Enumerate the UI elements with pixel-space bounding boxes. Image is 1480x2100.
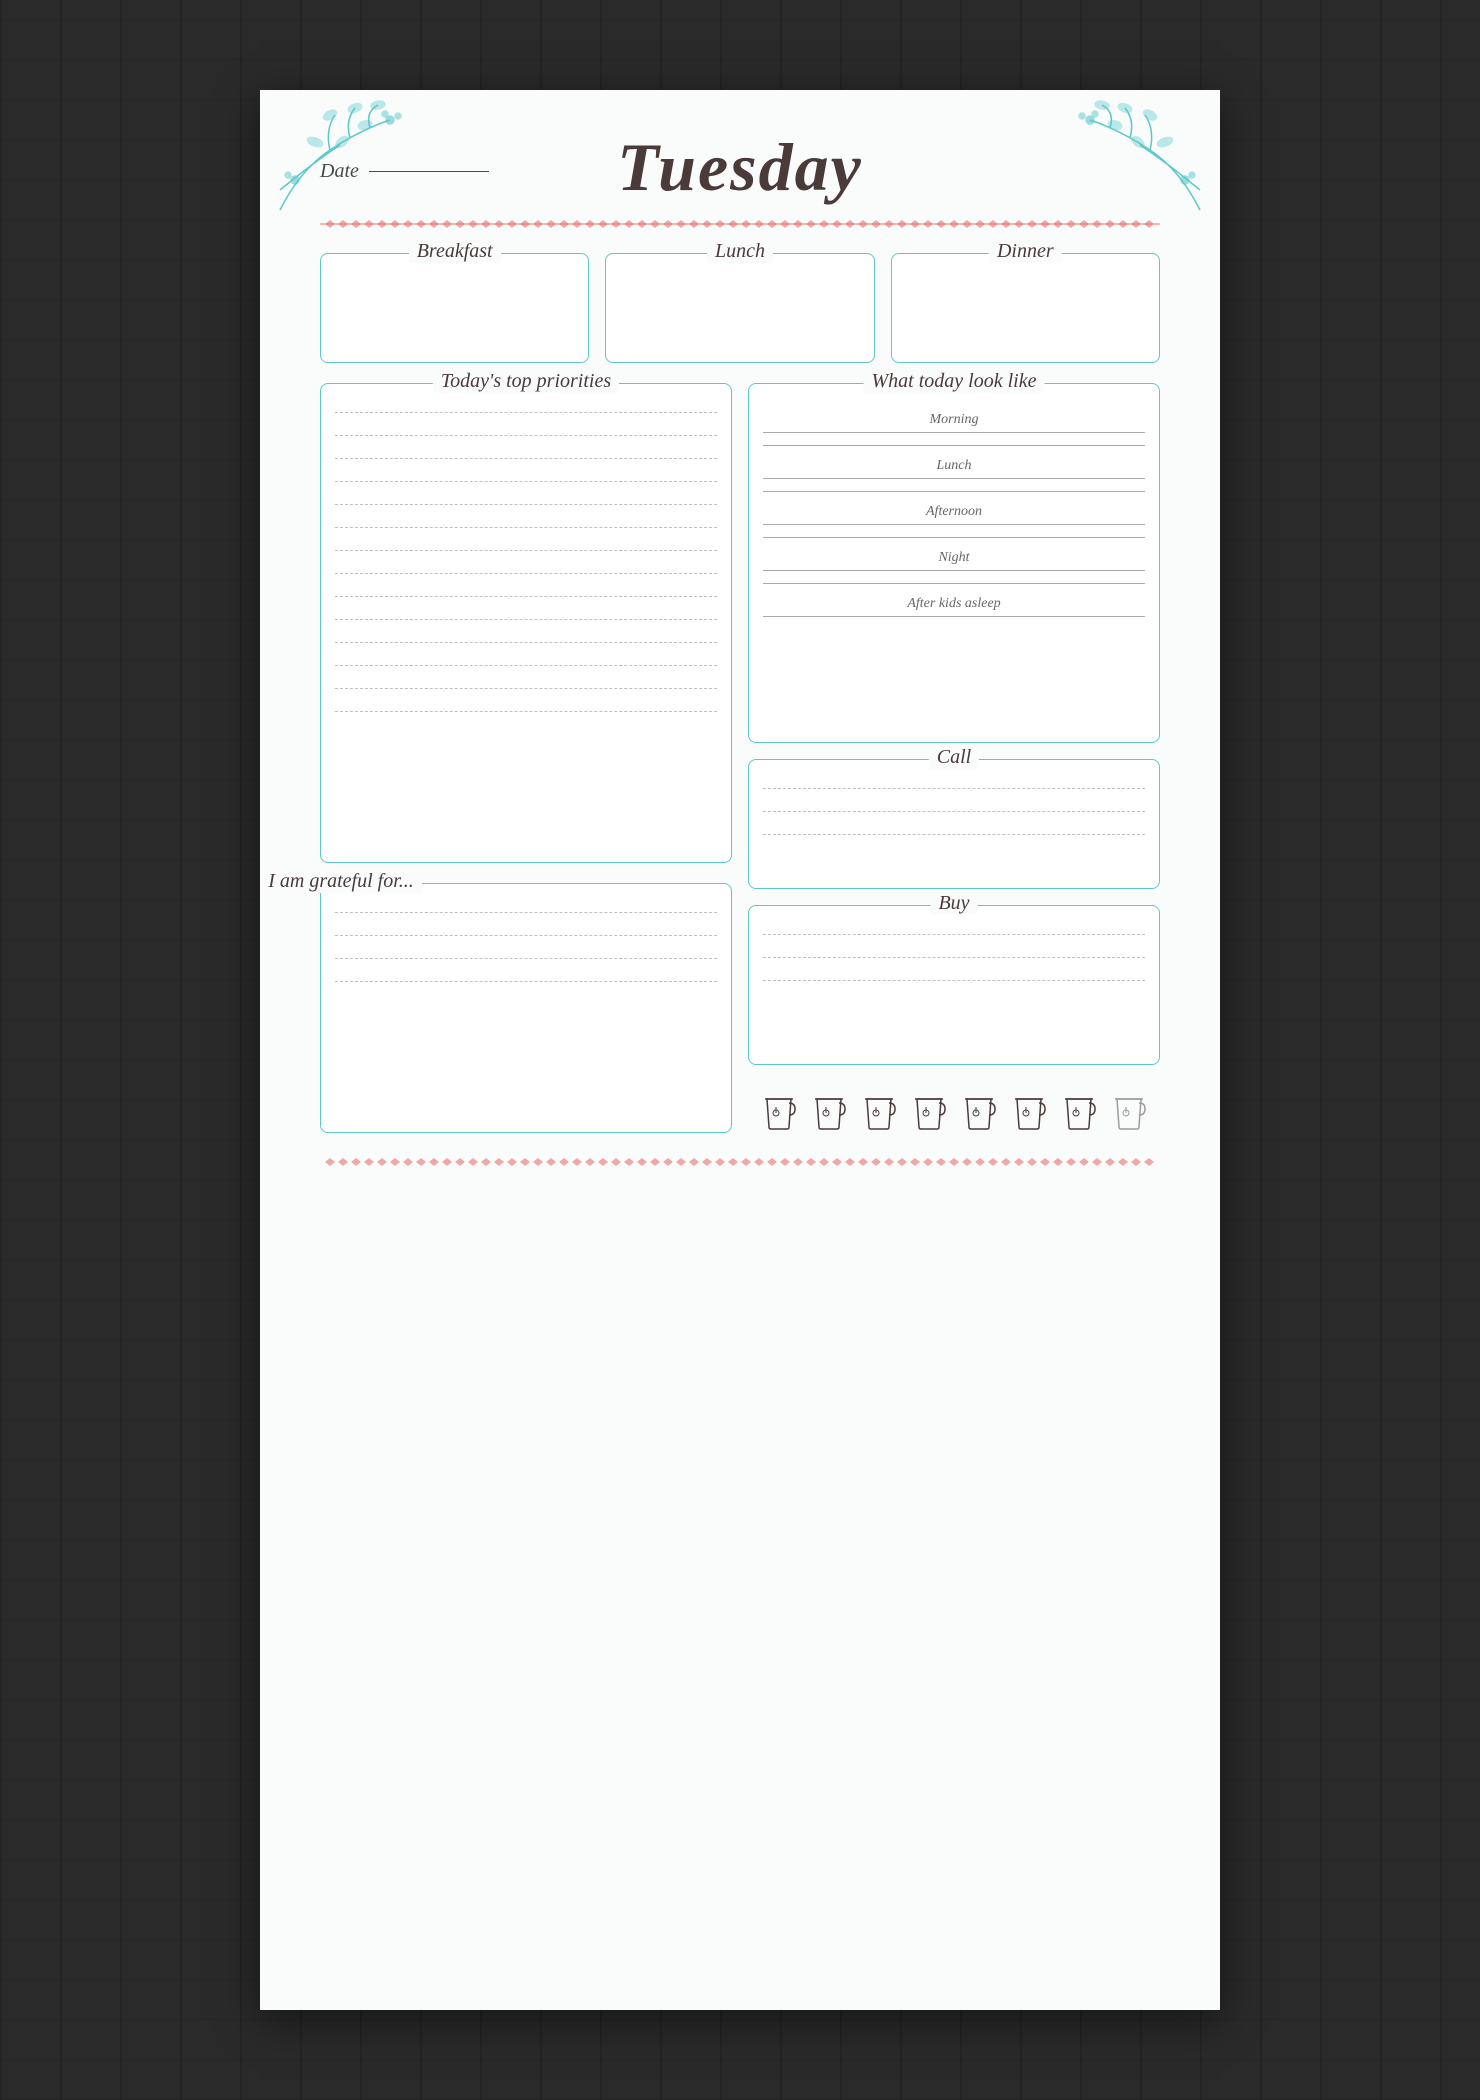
call-content — [763, 788, 1145, 835]
main-content: Today's top priorities — [320, 383, 1160, 1133]
lunch-label: Lunch — [707, 240, 773, 263]
priority-line-4 — [335, 481, 717, 482]
lunch-line-2 — [763, 491, 1145, 492]
today-label: What today look like — [864, 370, 1045, 393]
call-label: Call — [929, 746, 979, 769]
priority-line-12 — [335, 665, 717, 666]
grateful-line-3 — [335, 958, 717, 959]
priority-line-14 — [335, 711, 717, 712]
priority-line-3 — [335, 458, 717, 459]
priorities-label: Today's top priorities — [433, 370, 619, 393]
priority-line-2 — [335, 435, 717, 436]
call-section[interactable]: Call — [748, 759, 1160, 889]
night-line-1 — [763, 570, 1145, 571]
lunch-time-label: Lunch — [763, 458, 1145, 474]
buy-section[interactable]: Buy — [748, 905, 1160, 1065]
dinner-label: Dinner — [989, 240, 1062, 263]
priority-line-8 — [335, 573, 717, 574]
priority-line-11 — [335, 642, 717, 643]
morning-line-2 — [763, 445, 1145, 446]
buy-line-3 — [763, 980, 1145, 981]
grateful-line-2 — [335, 935, 717, 936]
left-column: Today's top priorities — [320, 383, 732, 1133]
priority-line-10 — [335, 619, 717, 620]
meals-section: Breakfast Lunch Dinner — [320, 253, 1160, 363]
after-kids-section: After kids asleep — [763, 596, 1145, 617]
night-label: Night — [763, 550, 1145, 566]
morning-line-1 — [763, 432, 1145, 433]
afternoon-section: Afternoon — [763, 504, 1145, 538]
water-cup-1[interactable] — [758, 1091, 800, 1133]
grateful-content — [335, 912, 717, 982]
morning-section: Morning — [763, 412, 1145, 446]
water-cup-6[interactable] — [1008, 1091, 1050, 1133]
buy-content — [763, 934, 1145, 981]
priority-line-13 — [335, 688, 717, 689]
today-content: Morning Lunch Afternoon — [763, 412, 1145, 617]
date-underline — [369, 171, 489, 172]
breakfast-box[interactable]: Breakfast — [320, 253, 589, 363]
morning-label: Morning — [763, 412, 1145, 428]
pink-border-bottom — [320, 1153, 1160, 1171]
right-column: What today look like Morning Lunch After… — [748, 383, 1160, 1133]
grateful-line-1 — [335, 912, 717, 913]
water-cup-7[interactable] — [1058, 1091, 1100, 1133]
priority-line-7 — [335, 550, 717, 551]
grateful-section[interactable]: I am grateful for... — [320, 883, 732, 1133]
call-line-1 — [763, 788, 1145, 789]
grateful-line-4 — [335, 981, 717, 982]
priorities-section[interactable]: Today's top priorities — [320, 383, 732, 863]
today-section[interactable]: What today look like Morning Lunch After… — [748, 383, 1160, 743]
priority-line-6 — [335, 527, 717, 528]
header: Date Tuesday — [320, 130, 1160, 205]
priority-line-9 — [335, 596, 717, 597]
water-tracker — [748, 1091, 1160, 1133]
date-label: Date — [320, 160, 359, 183]
buy-line-1 — [763, 934, 1145, 935]
after-kids-line-1 — [763, 616, 1145, 617]
night-line-2 — [763, 583, 1145, 584]
afternoon-label: Afternoon — [763, 504, 1145, 520]
dinner-box[interactable]: Dinner — [891, 253, 1160, 363]
pink-border-top — [320, 215, 1160, 233]
lunch-line-1 — [763, 478, 1145, 479]
planner-page: Date Tuesday — [260, 90, 1220, 2010]
afternoon-line-2 — [763, 537, 1145, 538]
buy-label: Buy — [930, 892, 977, 915]
water-cup-8[interactable] — [1108, 1091, 1150, 1133]
water-cup-4[interactable] — [908, 1091, 950, 1133]
date-area: Date — [320, 160, 489, 183]
afternoon-line-1 — [763, 524, 1145, 525]
priorities-content — [335, 412, 717, 712]
call-line-2 — [763, 811, 1145, 812]
breakfast-label: Breakfast — [409, 240, 501, 263]
after-kids-label: After kids asleep — [763, 596, 1145, 612]
priority-line-1 — [335, 412, 717, 413]
priority-line-5 — [335, 504, 717, 505]
lunch-section: Lunch — [763, 458, 1145, 492]
grateful-label: I am grateful for... — [260, 870, 422, 893]
water-cup-3[interactable] — [858, 1091, 900, 1133]
buy-line-2 — [763, 957, 1145, 958]
water-cup-2[interactable] — [808, 1091, 850, 1133]
call-line-3 — [763, 834, 1145, 835]
night-section: Night — [763, 550, 1145, 584]
lunch-box[interactable]: Lunch — [605, 253, 874, 363]
water-cup-5[interactable] — [958, 1091, 1000, 1133]
